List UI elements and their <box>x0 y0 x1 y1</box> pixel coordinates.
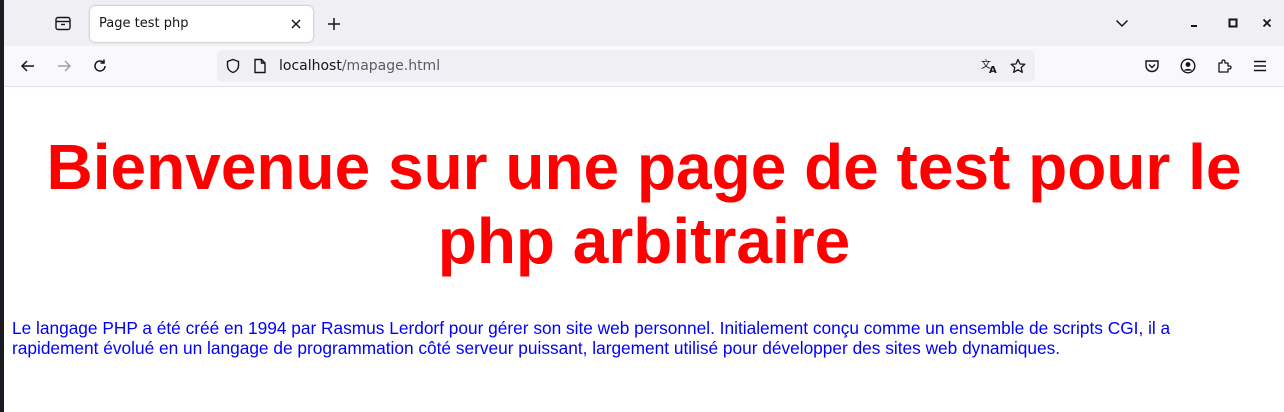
extensions-button[interactable] <box>1212 54 1236 78</box>
page-icon <box>254 58 266 74</box>
minimize-icon <box>1191 25 1197 27</box>
minimize-button[interactable] <box>1184 13 1204 33</box>
url-path: /mapage.html <box>341 58 441 74</box>
pocket-button[interactable] <box>1140 54 1164 78</box>
chevron-down-icon <box>1115 19 1129 28</box>
back-arrow-icon <box>20 60 34 72</box>
page-content: Bienvenue sur une page de test pour le p… <box>4 88 1284 412</box>
maximize-icon <box>1228 18 1238 28</box>
window-left-edge <box>0 0 4 412</box>
forward-arrow-icon <box>58 60 72 72</box>
address-bar[interactable]: localhost/mapage.html 文 A <box>217 50 1035 82</box>
svg-text:A: A <box>989 65 997 74</box>
navigation-toolbar: localhost/mapage.html 文 A <box>0 46 1284 87</box>
reload-icon <box>94 59 106 72</box>
plus-icon <box>328 18 340 30</box>
translate-icon: 文 A <box>981 58 997 74</box>
reload-button[interactable] <box>88 54 112 78</box>
shield-icon <box>226 58 240 74</box>
translate-button[interactable]: 文 A <box>980 56 1000 76</box>
list-all-tabs-button[interactable] <box>1112 13 1132 33</box>
account-icon <box>1180 58 1196 74</box>
account-button[interactable] <box>1176 54 1200 78</box>
page-heading: Bienvenue sur une page de test pour le p… <box>46 131 1242 277</box>
tab-bar: Page test php <box>0 0 1284 46</box>
firefox-view-button[interactable] <box>52 12 74 34</box>
maximize-button[interactable] <box>1223 13 1243 33</box>
window-close-button[interactable] <box>1257 13 1277 33</box>
hamburger-menu-icon <box>1254 60 1266 72</box>
star-icon <box>1010 58 1026 73</box>
firefox-view-icon <box>55 16 71 31</box>
page-info-button[interactable] <box>250 56 270 76</box>
bookmark-button[interactable] <box>1008 56 1028 76</box>
tab-page-test-php[interactable]: Page test php <box>90 6 313 42</box>
new-tab-button[interactable] <box>323 13 345 35</box>
tracking-protection-button[interactable] <box>223 56 243 76</box>
extensions-icon <box>1218 59 1232 73</box>
page-paragraph: Le langage PHP a été créé en 1994 par Ra… <box>12 318 1171 358</box>
tab-close-button[interactable] <box>287 15 305 33</box>
app-menu-button[interactable] <box>1248 54 1272 78</box>
pocket-icon <box>1145 60 1159 73</box>
url-text[interactable]: localhost/mapage.html <box>279 58 440 74</box>
close-icon <box>1262 18 1272 28</box>
forward-button[interactable] <box>52 54 76 78</box>
url-host: localhost <box>279 58 342 74</box>
back-button[interactable] <box>16 54 40 78</box>
close-icon <box>291 19 301 29</box>
tab-title: Page test php <box>99 16 189 31</box>
